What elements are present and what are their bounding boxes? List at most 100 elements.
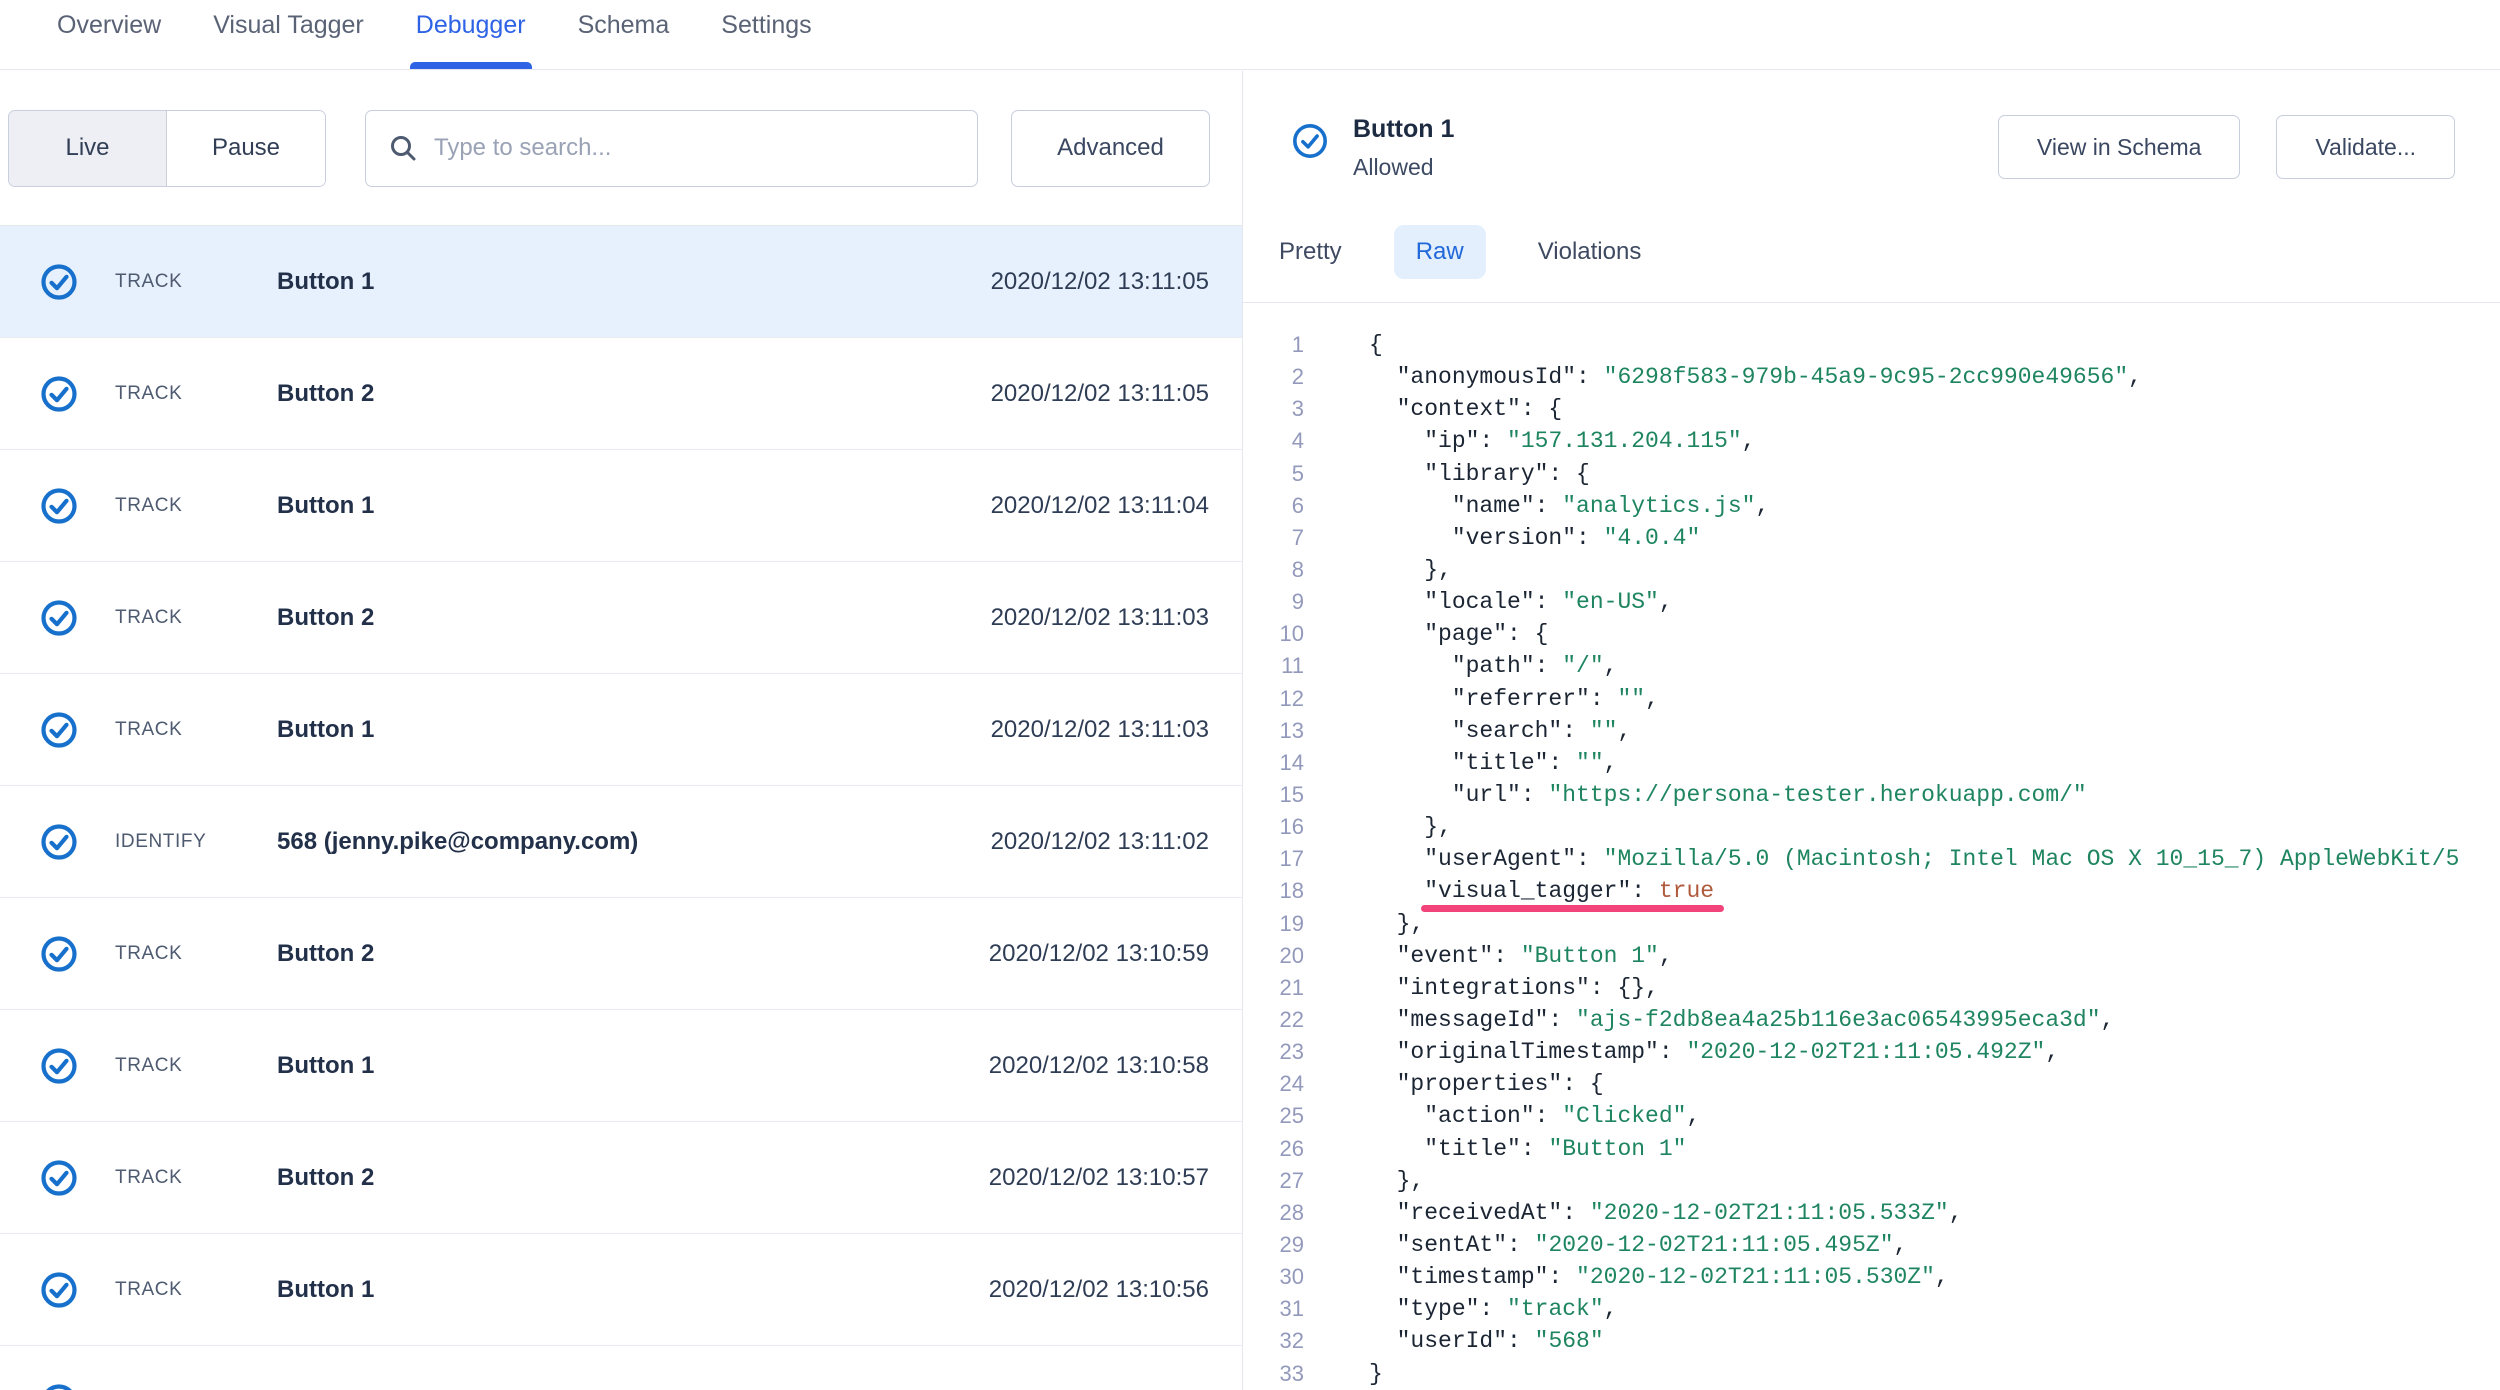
event-timestamp: 2020/12/02 13:11:05 — [991, 268, 1209, 296]
event-type-label: TRACK — [115, 271, 277, 293]
event-row[interactable]: TRACKButton 12020/12/02 13:11:03 — [0, 674, 1242, 786]
view-in-schema-button[interactable]: View in Schema — [1998, 115, 2241, 179]
line-number: 8 — [1243, 554, 1304, 586]
code-line-body: "referrer": "", — [1369, 683, 1659, 715]
line-number: 25 — [1243, 1100, 1304, 1132]
line-number: 20 — [1243, 940, 1304, 972]
line-number: 14 — [1243, 747, 1304, 779]
code-line: 12 "referrer": "", — [1243, 683, 2500, 715]
code-line-body: "anonymousId": "6298f583-979b-45a9-9c95-… — [1369, 361, 2142, 393]
tab-violations[interactable]: Violations — [1532, 225, 1648, 279]
line-number: 13 — [1243, 715, 1304, 747]
validate-button[interactable]: Validate... — [2276, 115, 2455, 179]
nav-tab-debugger[interactable]: Debugger — [416, 0, 526, 69]
code-line: 32 "userId": "568" — [1243, 1325, 2500, 1357]
check-circle-icon — [40, 935, 78, 973]
code-line-body: "title": "Button 1" — [1369, 1133, 1686, 1165]
code-line-body: "integrations": {}, — [1369, 972, 1659, 1004]
event-row[interactable]: TRACKButton 22020/12/02 13:11:05 — [0, 338, 1242, 450]
code-line-body: "path": "/", — [1369, 650, 1617, 682]
code-line-body: "messageId": "ajs-f2db8ea4a25b116e3ac065… — [1369, 1004, 2114, 1036]
tab-pretty[interactable]: Pretty — [1273, 225, 1348, 279]
line-number: 11 — [1243, 650, 1304, 682]
code-line: 27 }, — [1243, 1165, 2500, 1197]
code-line-body: "event": "Button 1", — [1369, 940, 1673, 972]
check-circle-icon — [40, 1383, 78, 1390]
code-line: 18 "visual_tagger": true — [1243, 875, 2500, 907]
header-buttons: View in Schema Validate... — [1998, 115, 2455, 179]
code-line: 19 }, — [1243, 908, 2500, 940]
code-line: 9 "locale": "en-US", — [1243, 586, 2500, 618]
event-name: Button 2 — [277, 604, 991, 632]
line-number: 12 — [1243, 683, 1304, 715]
event-row[interactable]: TRACKButton 22020/12/02 13:10:57 — [0, 1122, 1242, 1234]
line-number: 26 — [1243, 1133, 1304, 1165]
line-number: 10 — [1243, 618, 1304, 650]
check-circle-icon — [40, 1047, 78, 1085]
line-number: 32 — [1243, 1325, 1304, 1357]
event-type-label: TRACK — [115, 719, 277, 741]
advanced-button[interactable]: Advanced — [1011, 110, 1210, 187]
event-row[interactable]: IDENTIFY568 (jenny.pike@company.com)2020… — [0, 786, 1242, 898]
event-name: Button 1 — [277, 268, 991, 296]
event-row[interactable]: TRACKButton 12020/12/02 13:11:04 — [0, 450, 1242, 562]
code-line-body: "action": "Clicked", — [1369, 1100, 1700, 1132]
code-line-body: "properties": { — [1369, 1068, 1604, 1100]
detail-tabs: Pretty Raw Violations — [1243, 201, 2500, 303]
line-number: 4 — [1243, 425, 1304, 457]
code-line: 2 "anonymousId": "6298f583-979b-45a9-9c9… — [1243, 361, 2500, 393]
code-line: 5 "library": { — [1243, 458, 2500, 490]
event-row[interactable]: IDENTIFY565 (hal.sturgeon@company.com)20… — [0, 1346, 1242, 1390]
line-number: 18 — [1243, 875, 1304, 907]
code-line: 4 "ip": "157.131.204.115", — [1243, 425, 2500, 457]
event-type-label: TRACK — [115, 495, 277, 517]
tab-raw[interactable]: Raw — [1394, 225, 1486, 279]
code-line: 29 "sentAt": "2020-12-02T21:11:05.495Z", — [1243, 1229, 2500, 1261]
line-number: 22 — [1243, 1004, 1304, 1036]
code-line: 3 "context": { — [1243, 393, 2500, 425]
event-row[interactable]: TRACKButton 22020/12/02 13:11:03 — [0, 562, 1242, 674]
live-button[interactable]: Live — [9, 111, 167, 186]
allowed-check-icon — [1292, 123, 1328, 159]
code-line: 16 }, — [1243, 811, 2500, 843]
event-row[interactable]: TRACKButton 12020/12/02 13:10:58 — [0, 1010, 1242, 1122]
code-line: 24 "properties": { — [1243, 1068, 2500, 1100]
code-line: 31 "type": "track", — [1243, 1293, 2500, 1325]
nav-tab-visual-tagger[interactable]: Visual Tagger — [213, 0, 364, 69]
event-name: Button 2 — [277, 1164, 989, 1192]
event-name: Button 1 — [277, 492, 991, 520]
code-line-body: "receivedAt": "2020-12-02T21:11:05.533Z"… — [1369, 1197, 1963, 1229]
event-timestamp: 2020/12/02 13:10:56 — [989, 1276, 1209, 1304]
event-type-label: TRACK — [115, 943, 277, 965]
event-row[interactable]: TRACKButton 12020/12/02 13:11:05 — [0, 226, 1242, 338]
line-number: 30 — [1243, 1261, 1304, 1293]
raw-json-view[interactable]: 1{2 "anonymousId": "6298f583-979b-45a9-9… — [1243, 303, 2500, 1390]
line-number: 15 — [1243, 779, 1304, 811]
code-line-body: "library": { — [1369, 458, 1590, 490]
nav-tab-overview[interactable]: Overview — [57, 0, 161, 69]
line-number: 33 — [1243, 1358, 1304, 1390]
code-line: 25 "action": "Clicked", — [1243, 1100, 2500, 1132]
search-input[interactable] — [418, 111, 977, 186]
line-number: 7 — [1243, 522, 1304, 554]
code-line: 26 "title": "Button 1" — [1243, 1133, 2500, 1165]
nav-tab-schema[interactable]: Schema — [578, 0, 670, 69]
event-timestamp: 2020/12/02 13:10:58 — [989, 1052, 1209, 1080]
code-line-body: "visual_tagger": true — [1369, 875, 1714, 907]
line-number: 27 — [1243, 1165, 1304, 1197]
check-circle-icon — [40, 823, 78, 861]
event-row[interactable]: TRACKButton 22020/12/02 13:10:59 — [0, 898, 1242, 1010]
line-number: 2 — [1243, 361, 1304, 393]
event-status: Allowed — [1353, 154, 1454, 181]
event-timestamp: 2020/12/02 13:11:03 — [991, 604, 1209, 632]
code-line: 1{ — [1243, 329, 2500, 361]
check-circle-icon — [40, 711, 78, 749]
nav-tab-settings[interactable]: Settings — [721, 0, 811, 69]
line-number: 21 — [1243, 972, 1304, 1004]
pause-button[interactable]: Pause — [167, 111, 325, 186]
code-line: 20 "event": "Button 1", — [1243, 940, 2500, 972]
event-timestamp: 2020/12/02 13:11:05 — [991, 380, 1209, 408]
check-circle-icon — [40, 1159, 78, 1197]
line-number: 24 — [1243, 1068, 1304, 1100]
event-row[interactable]: TRACKButton 12020/12/02 13:10:56 — [0, 1234, 1242, 1346]
